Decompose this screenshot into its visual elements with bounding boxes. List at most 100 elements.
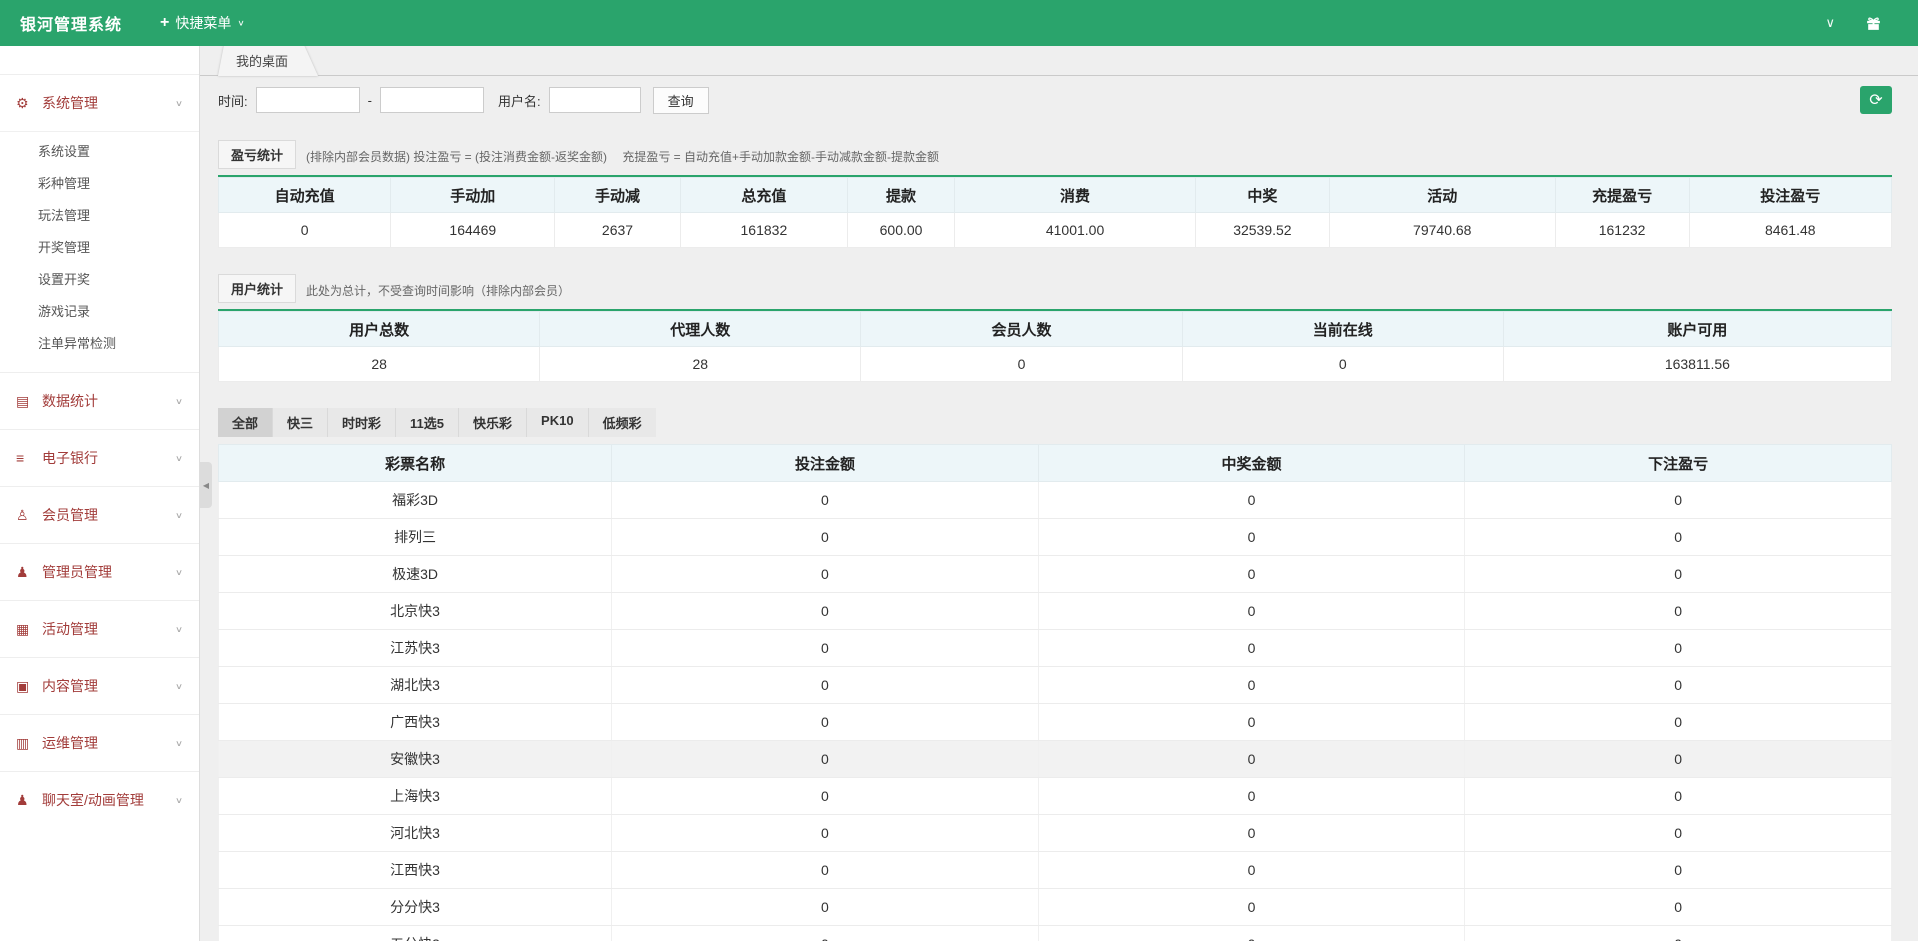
sidebar-subitem[interactable]: 系统设置 <box>0 136 199 168</box>
sidebar-subitem[interactable]: 玩法管理 <box>0 200 199 232</box>
admin-icon: ♟ <box>16 564 36 581</box>
cell: 湖北快3 <box>219 667 612 704</box>
lottery-tab[interactable]: 时时彩 <box>328 408 396 437</box>
sidebar-menu: ⚙系统管理∨系统设置彩种管理玩法管理开奖管理设置开奖游戏记录注单异常检测▤数据统… <box>0 74 199 828</box>
cell: 0 <box>1038 667 1465 704</box>
cell: 0 <box>1465 556 1892 593</box>
profit-stats-table: 自动充值手动加手动减总充值提款消费中奖活动充提盈亏投注盈亏01644692637… <box>218 177 1892 248</box>
cell: 分分快3 <box>219 889 612 926</box>
cell: 0 <box>1465 482 1892 519</box>
cell: 0 <box>1465 852 1892 889</box>
cell: 河北快3 <box>219 815 612 852</box>
quick-menu-label: 快捷菜单 <box>175 13 231 33</box>
lottery-tab[interactable]: PK10 <box>527 408 589 437</box>
table-row: 广西快3000 <box>219 704 1892 741</box>
cell: 0 <box>612 815 1039 852</box>
sidebar-item-label: 会员管理 <box>42 505 175 525</box>
sidebar-item[interactable]: ▦活动管理∨ <box>0 600 199 657</box>
profit-stats-header: 盈亏统计 (排除内部会员数据) 投注盈亏 = (投注消费金额-返奖金额) 充提盈… <box>218 140 1892 177</box>
time-from-input[interactable] <box>256 87 360 113</box>
filter-bar: 时间: - 用户名: 查询 ⟳ <box>218 86 1892 114</box>
cell: 0 <box>1038 630 1465 667</box>
refresh-button[interactable]: ⟳ <box>1860 86 1892 114</box>
sidebar-item-label: 电子银行 <box>42 448 175 468</box>
cell: 0 <box>1465 667 1892 704</box>
sidebar-item[interactable]: ▣内容管理∨ <box>0 657 199 714</box>
cell: 0 <box>612 482 1039 519</box>
time-label: 时间: <box>218 91 248 110</box>
column-header: 活动 <box>1329 178 1555 213</box>
lottery-tab[interactable]: 快三 <box>273 408 328 437</box>
sidebar-submenu: 系统设置彩种管理玩法管理开奖管理设置开奖游戏记录注单异常检测 <box>0 131 199 372</box>
cell: 32539.52 <box>1196 213 1330 248</box>
cell: 163811.56 <box>1503 347 1891 382</box>
sidebar-item-label: 管理员管理 <box>42 562 175 582</box>
cell: 0 <box>612 889 1039 926</box>
table-row: 极速3D000 <box>219 556 1892 593</box>
sidebar-item[interactable]: ▥运维管理∨ <box>0 714 199 771</box>
username-input[interactable] <box>549 87 641 113</box>
cell: 0 <box>1038 778 1465 815</box>
lottery-tab[interactable]: 快乐彩 <box>459 408 527 437</box>
chevron-down-icon: ∨ <box>175 681 183 691</box>
lottery-table-wrap: 彩票名称投注金额中奖金额下注盈亏福彩3D000排列三000极速3D000北京快3… <box>218 444 1892 941</box>
cell: 0 <box>1465 815 1892 852</box>
cell: 0 <box>612 741 1039 778</box>
sidebar-item[interactable]: ≡电子银行∨ <box>0 429 199 486</box>
sidebar-collapse-handle[interactable]: ◀ <box>200 462 212 508</box>
cell: 79740.68 <box>1329 213 1555 248</box>
sidebar-item[interactable]: ♙会员管理∨ <box>0 486 199 543</box>
username-label: 用户名: <box>498 91 541 110</box>
sidebar-subitem[interactable]: 彩种管理 <box>0 168 199 200</box>
chevron-down-icon: ∨ <box>175 510 183 520</box>
topbar: 银河管理系统 + 快捷菜单 ∨ ∨ <box>0 0 1918 46</box>
cell: 0 <box>1038 519 1465 556</box>
chevron-down-icon[interactable]: ∨ <box>1825 15 1835 31</box>
sidebar-subitem[interactable]: 注单异常检测 <box>0 328 199 360</box>
cell: 0 <box>612 593 1039 630</box>
sidebar-item[interactable]: ♟聊天室/动画管理∨ <box>0 771 199 828</box>
cell: 0 <box>1465 926 1892 941</box>
sidebar-subitem[interactable]: 游戏记录 <box>0 296 199 328</box>
time-to-input[interactable] <box>380 87 484 113</box>
sidebar-item[interactable]: ⚙系统管理∨ <box>0 74 199 131</box>
cell: 0 <box>1465 778 1892 815</box>
cell: 0 <box>612 519 1039 556</box>
cell: 北京快3 <box>219 593 612 630</box>
gift-icon[interactable] <box>1865 15 1882 32</box>
query-button[interactable]: 查询 <box>653 87 709 114</box>
cell: 0 <box>1465 704 1892 741</box>
column-header: 投注盈亏 <box>1689 178 1892 213</box>
table-row: 河北快3000 <box>219 815 1892 852</box>
cell: 0 <box>612 556 1039 593</box>
bank-list-icon: ≡ <box>16 450 36 466</box>
column-header: 手动减 <box>555 178 680 213</box>
lottery-tab[interactable]: 低频彩 <box>589 408 656 437</box>
lottery-category-tabs: 全部快三时时彩11选5快乐彩PK10低频彩 <box>218 408 1892 437</box>
cell: 五分快3 <box>219 926 612 941</box>
cell: 0 <box>1182 347 1503 382</box>
activity-icon: ▦ <box>16 621 36 638</box>
topbar-actions: ∨ <box>1825 15 1898 32</box>
cell: 0 <box>612 778 1039 815</box>
gear-icon: ⚙ <box>16 95 36 112</box>
cell: 161232 <box>1555 213 1689 248</box>
sidebar-item[interactable]: ♟管理员管理∨ <box>0 543 199 600</box>
sidebar-item-label: 运维管理 <box>42 733 175 753</box>
user-stats-section: 用户统计 此处为总计，不受查询时间影响（排除内部会员） 用户总数代理人数会员人数… <box>218 274 1892 382</box>
sidebar-subitem[interactable]: 开奖管理 <box>0 232 199 264</box>
cell: 0 <box>612 852 1039 889</box>
user-stats-table: 用户总数代理人数会员人数当前在线账户可用282800163811.56 <box>218 311 1892 382</box>
cell: 2637 <box>555 213 680 248</box>
lottery-tab[interactable]: 全部 <box>218 408 273 437</box>
main-content: 我的桌面 时间: - 用户名: 查询 ⟳ 盈亏统计 (排除内部会员数据) 投注盈… <box>200 46 1918 941</box>
sidebar-item[interactable]: ▤数据统计∨ <box>0 372 199 429</box>
cell: 0 <box>1465 630 1892 667</box>
lottery-tab[interactable]: 11选5 <box>396 408 459 437</box>
cell: 0 <box>1038 556 1465 593</box>
sidebar-item-label: 聊天室/动画管理 <box>42 790 175 810</box>
tab-my-desktop[interactable]: 我的桌面 <box>218 46 318 76</box>
quick-menu-button[interactable]: + 快捷菜单 ∨ <box>160 13 245 33</box>
cell: 安徽快3 <box>219 741 612 778</box>
sidebar-subitem[interactable]: 设置开奖 <box>0 264 199 296</box>
